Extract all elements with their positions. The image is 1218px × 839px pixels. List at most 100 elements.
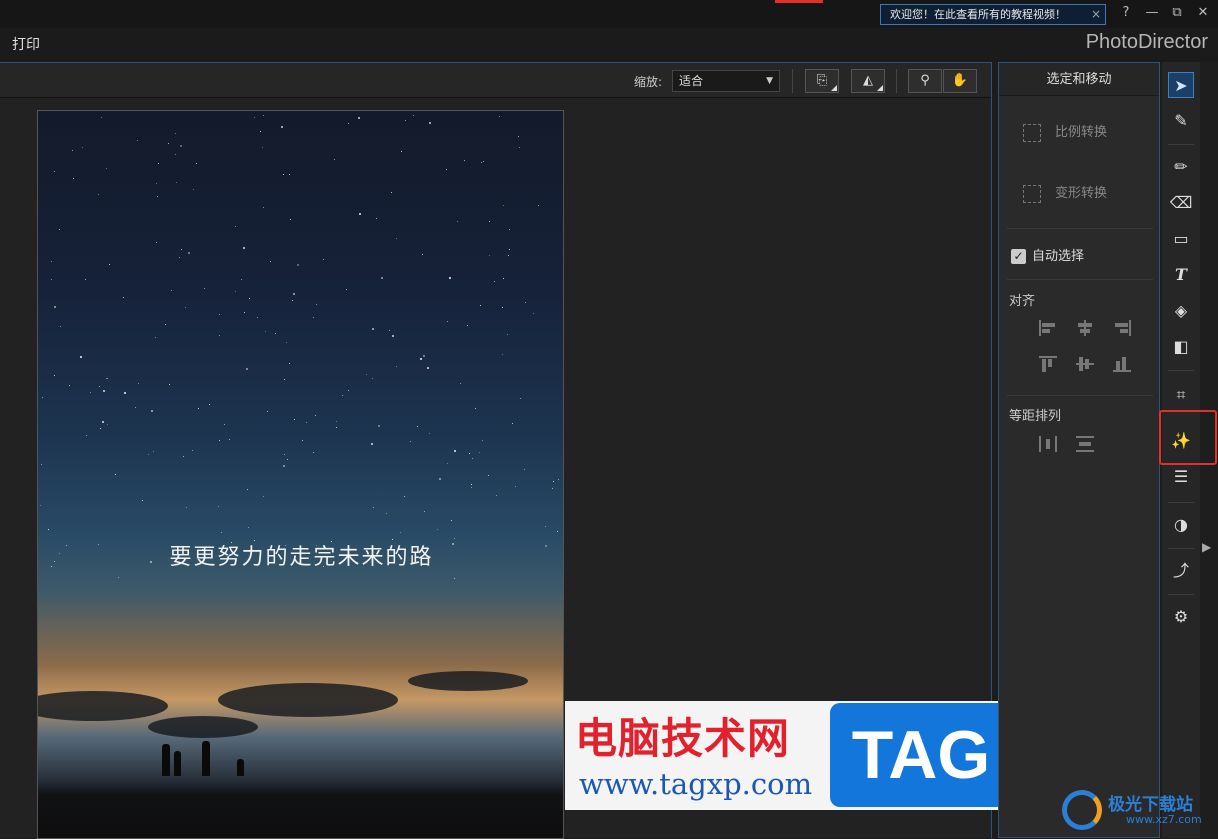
distribute-horizontal-icon[interactable] — [1039, 436, 1057, 452]
align-center-h-icon[interactable] — [1076, 320, 1094, 336]
star — [315, 415, 316, 416]
photo-caption: 要更努力的走完未来的路 — [169, 545, 434, 570]
pencil-icon[interactable]: ✏ — [1168, 154, 1194, 180]
align-center-v-icon[interactable] — [1076, 356, 1094, 372]
star — [175, 154, 176, 155]
distribute-vertical-icon[interactable] — [1076, 436, 1094, 452]
star — [499, 116, 500, 117]
welcome-close-icon[interactable]: × — [1091, 5, 1101, 24]
tool-divider — [1168, 548, 1194, 549]
star — [155, 337, 156, 338]
star — [391, 192, 392, 193]
star — [283, 174, 284, 175]
star — [169, 384, 170, 385]
star — [348, 390, 349, 391]
rectangle-icon[interactable]: ▭ — [1168, 226, 1194, 252]
welcome-text[interactable]: 欢迎您！在此查看所有的教程视频！ — [890, 8, 1066, 21]
star — [437, 529, 438, 530]
text-icon[interactable]: T — [1168, 262, 1194, 288]
close-button[interactable]: ✕ — [1194, 4, 1212, 22]
star — [507, 334, 508, 335]
corner-logo-url: www.xz7.com — [1126, 813, 1202, 826]
scale-transform-button[interactable]: 比例转换 — [1023, 121, 1107, 142]
star — [86, 435, 87, 436]
zoom-tool-button[interactable]: ⚲ — [908, 69, 942, 93]
star — [386, 513, 387, 514]
star — [59, 229, 60, 230]
gradient-icon[interactable]: ◧ — [1168, 334, 1194, 360]
star — [124, 392, 126, 394]
paint-bucket-icon[interactable]: ◈ — [1168, 298, 1194, 324]
photo-canvas[interactable]: 要更努力的走完未来的路 — [37, 110, 564, 839]
align-left-icon[interactable] — [1039, 320, 1057, 336]
magnifier-icon: ⚲ — [920, 73, 930, 88]
star — [494, 281, 495, 282]
star — [148, 454, 149, 455]
help-button[interactable]: ? — [1117, 4, 1135, 22]
star — [218, 506, 219, 507]
star — [244, 312, 245, 313]
star — [401, 151, 402, 152]
star — [538, 205, 539, 206]
star — [482, 440, 483, 441]
cloud — [218, 683, 398, 717]
circle-half-icon[interactable]: ◑ — [1168, 512, 1194, 538]
warp-transform-button[interactable]: 变形转换 — [1023, 182, 1107, 203]
star — [247, 489, 248, 490]
star — [263, 496, 264, 497]
gear-icon[interactable]: ⚙ — [1168, 604, 1194, 630]
rotate-button[interactable]: ⎘ — [805, 69, 839, 93]
star — [135, 407, 136, 408]
star — [249, 298, 250, 299]
star — [118, 577, 119, 578]
chevron-right-icon[interactable]: ▶ — [1202, 540, 1211, 554]
star — [348, 123, 349, 124]
restore-button[interactable]: ⧉ — [1168, 4, 1186, 22]
star — [342, 395, 343, 396]
star — [262, 147, 263, 148]
eraser-icon[interactable]: ⌫ — [1168, 190, 1194, 216]
brush-icon[interactable]: ✎ — [1168, 108, 1194, 134]
star — [219, 314, 220, 315]
sliders-icon[interactable]: ☰ — [1168, 464, 1194, 490]
star — [188, 252, 190, 254]
align-top-icon[interactable] — [1039, 356, 1057, 372]
pan-tool-button[interactable]: ✋ — [943, 69, 977, 93]
star — [316, 304, 317, 305]
minimize-button[interactable]: — — [1143, 4, 1161, 22]
watermark-cn-text: 电脑技术网 — [575, 714, 791, 763]
cloud — [408, 671, 528, 691]
star — [158, 163, 159, 164]
star — [427, 367, 429, 369]
star — [404, 496, 405, 497]
person-silhouette — [202, 741, 210, 776]
star — [82, 147, 83, 148]
star — [260, 131, 261, 132]
scale-icon — [1023, 123, 1041, 142]
print-menu[interactable]: 打印 — [12, 34, 40, 54]
star — [515, 486, 516, 487]
star — [107, 424, 108, 425]
align-right-icon[interactable] — [1113, 320, 1131, 336]
align-bottom-icon[interactable] — [1113, 356, 1131, 372]
person-silhouette — [237, 759, 244, 776]
arrow-cursor-icon[interactable]: ➤ — [1168, 72, 1194, 98]
star — [54, 306, 56, 308]
rotate-arrow-icon[interactable]: ⤴ — [1168, 558, 1194, 584]
welcome-tutorial-banner[interactable]: 欢迎您！在此查看所有的教程视频！ × — [880, 4, 1106, 25]
star — [284, 379, 285, 380]
star — [101, 117, 102, 118]
star — [475, 408, 476, 409]
star — [509, 229, 510, 230]
star — [297, 264, 299, 266]
star — [98, 194, 99, 195]
crop-icon[interactable]: ⌗ — [1168, 382, 1194, 408]
watermark-tag-logo: TAG — [830, 703, 1012, 807]
auto-select-checkbox[interactable]: ✓ 自动选择 — [1011, 245, 1084, 264]
star — [372, 328, 374, 330]
star — [413, 115, 414, 116]
tool-divider — [1168, 370, 1194, 371]
star — [193, 189, 194, 190]
flip-button[interactable]: ◭ — [851, 69, 885, 93]
zoom-select[interactable]: 适合 ▼ — [672, 70, 780, 92]
